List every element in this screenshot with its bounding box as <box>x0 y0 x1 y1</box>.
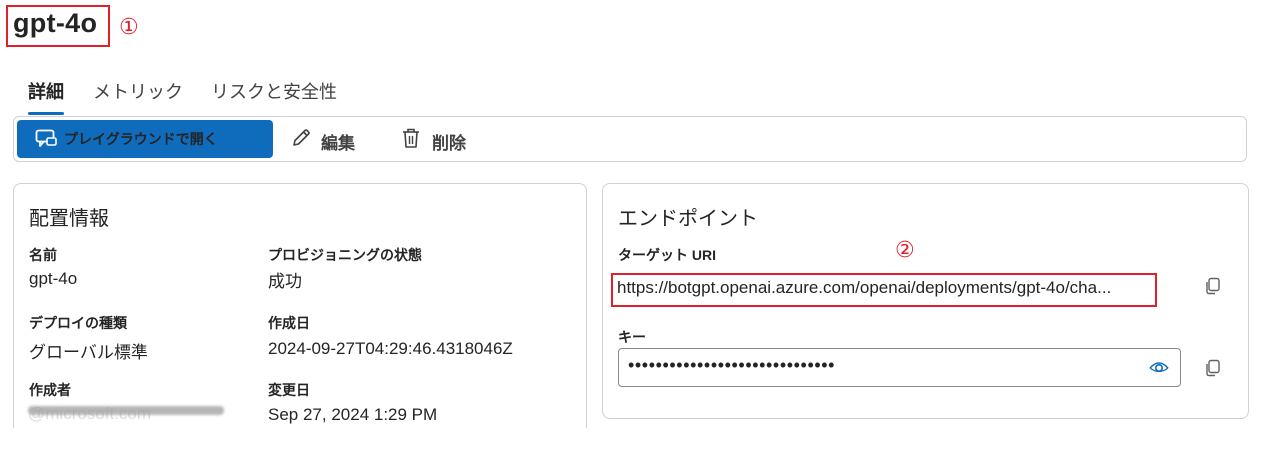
deployment-info-title: 配置情報 <box>29 208 109 230</box>
provisioning-state-label: プロビジョニングの状態 <box>268 247 422 263</box>
created-at-value: 2024-09-27T04:29:46.4318046Z <box>268 339 513 358</box>
key-label: キー <box>618 329 646 345</box>
chat-open-icon <box>35 129 57 154</box>
open-in-playground-button[interactable]: プレイグラウンドで開く <box>17 120 273 158</box>
tab-risk-safety[interactable]: リスクと安全性 <box>211 78 337 104</box>
edit-button[interactable]: 編集 <box>321 129 355 154</box>
copy-key-icon[interactable] <box>1204 359 1222 382</box>
modified-at-label: 変更日 <box>268 382 310 398</box>
screenshot-crop-edge <box>0 428 1267 454</box>
annotation-marker-1: ① <box>119 14 139 39</box>
pencil-icon <box>290 127 312 154</box>
eye-icon[interactable] <box>1148 358 1170 381</box>
page-title: gpt-4o <box>13 8 98 38</box>
name-value: gpt-4o <box>29 269 78 288</box>
active-tab-indicator <box>28 112 64 115</box>
delete-button[interactable]: 削除 <box>432 129 466 154</box>
modified-at-value: Sep 27, 2024 1:29 PM <box>268 405 438 424</box>
deployment-type-label: デプロイの種類 <box>29 315 127 331</box>
created-at-label: 作成日 <box>268 315 310 331</box>
tab-metrics[interactable]: メトリック <box>93 78 183 104</box>
trash-icon <box>401 127 421 154</box>
endpoint-title: エンドポイント <box>618 208 758 230</box>
open-in-playground-label: プレイグラウンドで開く <box>64 131 218 147</box>
target-uri-value[interactable]: https://botgpt.openai.azure.com/openai/d… <box>617 278 1111 298</box>
provisioning-state-value: 成功 <box>268 272 302 291</box>
created-by-label: 作成者 <box>29 382 71 398</box>
target-uri-label: ターゲット URI <box>618 247 716 263</box>
annotation-marker-2: ② <box>895 237 915 262</box>
redaction-blur <box>28 406 224 415</box>
name-label: 名前 <box>29 247 57 263</box>
key-value: •••••••••••••••••••••••••••••• <box>628 355 836 375</box>
tab-details[interactable]: 詳細 <box>28 78 64 104</box>
deployment-type-value: グローバル標準 <box>29 343 148 362</box>
copy-uri-icon[interactable] <box>1204 277 1222 300</box>
